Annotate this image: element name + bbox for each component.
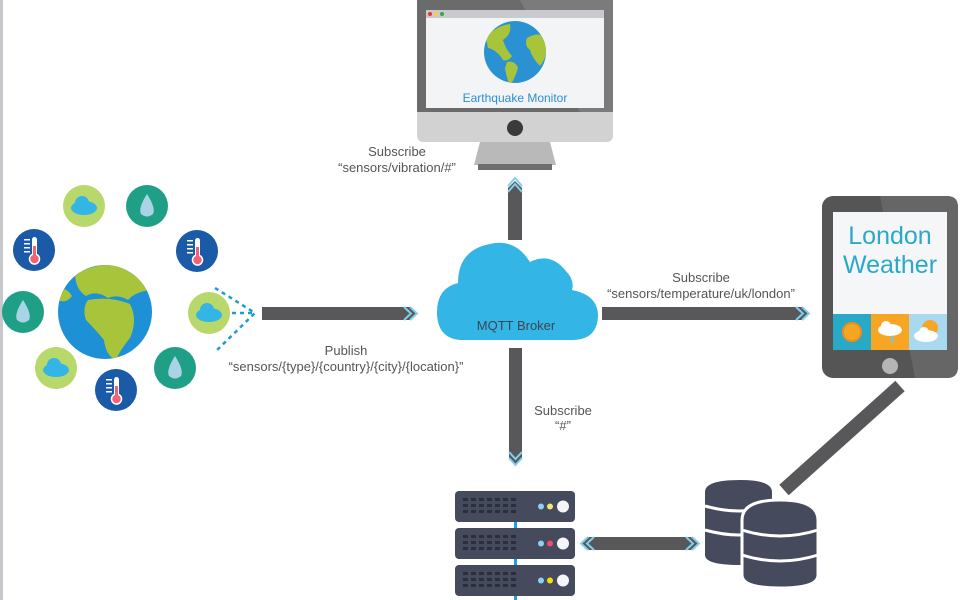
publish-topic: “sensors/{type}/{country}/{city}/{locati…	[229, 359, 464, 374]
arrow-broker-to-tablet	[602, 306, 811, 321]
subscribe-tablet-label: Subscribe	[672, 270, 730, 285]
subscribe-monitor-topic: “sensors/vibration/#”	[338, 160, 456, 175]
broker-label: MQTT Broker	[477, 318, 556, 333]
left-border	[0, 0, 3, 600]
thermometer-sensor-icon	[95, 369, 137, 411]
monitor-power-button	[507, 120, 523, 136]
server-unit	[455, 491, 575, 522]
arrow-broker-to-server	[508, 348, 523, 467]
arrow-broker-to-monitor	[507, 176, 523, 240]
database-icon	[704, 480, 820, 590]
earthquake-monitor: Earthquake Monitor	[417, 0, 613, 170]
publish-label: Publish	[325, 343, 368, 358]
tablet-home-button	[882, 358, 898, 374]
drop-sensor-icon	[154, 347, 196, 389]
server-unit	[455, 528, 575, 559]
monitor-title: Earthquake Monitor	[463, 91, 568, 105]
subscribe-server-topic: “#”	[555, 418, 571, 433]
cloud-sensor-icon	[35, 347, 77, 389]
server-rack	[455, 491, 575, 600]
cloud-sensor-icon	[188, 292, 230, 334]
tablet-title-line1: London	[848, 222, 931, 250]
subscribe-tablet-topic: “sensors/temperature/uk/london”	[607, 286, 795, 301]
arrow-server-database	[579, 536, 701, 551]
mqtt-broker-cloud: MQTT Broker	[437, 242, 598, 340]
subscribe-monitor-label: Subscribe	[368, 144, 426, 159]
line-database-to-tablet	[779, 380, 905, 496]
cloud-sensor-icon	[63, 185, 105, 227]
subscribe-server-label: Subscribe	[534, 403, 592, 418]
thermometer-sensor-icon	[176, 230, 218, 272]
server-unit	[455, 565, 575, 596]
london-weather-tablet: London Weather	[822, 196, 958, 378]
arrow-sensors-to-broker	[262, 306, 419, 321]
drop-sensor-icon	[126, 185, 168, 227]
drop-sensor-icon	[2, 291, 44, 333]
thermometer-sensor-icon	[13, 229, 55, 271]
sun-icon	[842, 322, 862, 342]
tablet-title-line2: Weather	[843, 251, 937, 279]
mqtt-diagram: Earthquake Monitor Subscribe “sensors/vi…	[0, 0, 958, 600]
sensor-globe	[58, 265, 152, 359]
